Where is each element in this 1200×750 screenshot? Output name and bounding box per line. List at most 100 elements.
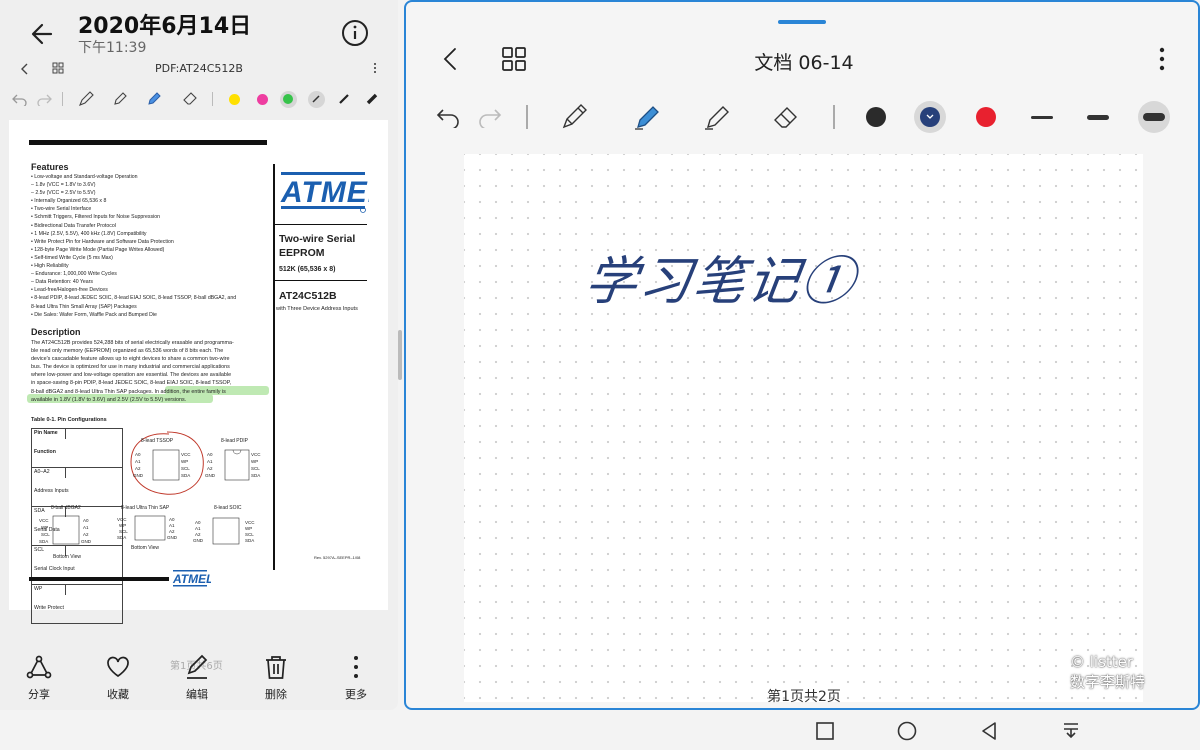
share-button[interactable]: 分享 bbox=[9, 654, 69, 702]
sap-pinout: VCCWPSCLSDA A0A1A2GND bbox=[117, 515, 178, 541]
stroke-thick-selected-button[interactable] bbox=[1136, 99, 1172, 135]
feature-item: – Endurance: 1,000,000 Write Cycles bbox=[31, 271, 117, 278]
pen-icon bbox=[79, 91, 94, 106]
edit-label: 编辑 bbox=[186, 688, 208, 701]
split-divider-handle[interactable] bbox=[398, 330, 402, 380]
share-icon bbox=[26, 655, 52, 679]
window-drag-handle[interactable] bbox=[778, 20, 826, 24]
back-nav-button[interactable] bbox=[978, 720, 1000, 742]
highlighter-tool-button[interactable] bbox=[628, 99, 664, 135]
pencil-tool-button[interactable] bbox=[110, 89, 130, 109]
pen-tool-button[interactable] bbox=[556, 99, 592, 135]
color-swatch-pink[interactable] bbox=[252, 89, 272, 109]
atmel-logo-text: ATMEL bbox=[280, 176, 369, 209]
marker-icon bbox=[148, 92, 161, 105]
stroke-medium-button[interactable] bbox=[1080, 99, 1116, 135]
eraser-tool-button[interactable] bbox=[180, 89, 200, 109]
svg-text:SCL: SCL bbox=[245, 532, 254, 537]
back-button[interactable] bbox=[26, 18, 58, 50]
redo-button[interactable] bbox=[34, 89, 54, 109]
stroke-thin-icon bbox=[1031, 115, 1053, 119]
side-part-number: AT24C512B bbox=[279, 290, 337, 302]
table-row: WP Write Protect bbox=[32, 585, 122, 623]
svg-text:A1: A1 bbox=[169, 523, 175, 528]
svg-text:A0: A0 bbox=[195, 520, 201, 525]
svg-text:SDA: SDA bbox=[245, 538, 254, 543]
note-date: 2020年6月14日 bbox=[78, 14, 252, 39]
undo-button[interactable] bbox=[10, 89, 30, 109]
favorite-label: 收藏 bbox=[107, 688, 129, 701]
delete-button[interactable]: 删除 bbox=[246, 654, 306, 702]
table-header-row: Pin Name Function bbox=[32, 429, 122, 468]
svg-text:GND: GND bbox=[133, 473, 144, 478]
feature-item: • Self-timed Write Cycle (5 ms Max) bbox=[31, 254, 113, 261]
color-black-button[interactable] bbox=[858, 99, 894, 135]
notification-shade-button[interactable] bbox=[1060, 720, 1082, 742]
svg-text:A2: A2 bbox=[207, 466, 213, 471]
color-dot bbox=[279, 90, 297, 108]
eraser-tool-button[interactable] bbox=[768, 99, 804, 135]
svg-text:A2: A2 bbox=[83, 532, 89, 537]
svg-text:WP: WP bbox=[119, 523, 126, 528]
info-button[interactable] bbox=[340, 18, 370, 48]
pdf-annotation-toolbar bbox=[0, 85, 398, 113]
stroke-medium[interactable] bbox=[334, 89, 354, 109]
more-button[interactable] bbox=[1158, 46, 1166, 76]
svg-text:A0: A0 bbox=[83, 518, 89, 523]
pdf-page[interactable]: Features • Low-voltage and Standard-volt… bbox=[9, 120, 388, 624]
description-line: The AT24C512B provides 524,288 bits of s… bbox=[31, 340, 234, 346]
feature-item: • 1 MHz (2.5V, 5.5V), 400 kHz (1.8V) Com… bbox=[31, 230, 147, 237]
toolbar-divider bbox=[526, 105, 528, 129]
recents-button[interactable] bbox=[814, 720, 836, 742]
square-icon bbox=[816, 722, 834, 740]
color-red-button[interactable] bbox=[968, 99, 1004, 135]
table-cell: Serial Clock Input bbox=[34, 566, 75, 572]
svg-text:VCC: VCC bbox=[245, 520, 255, 525]
pdip-pinout: A0 A1 A2 GND VCC WP SCL SDA bbox=[205, 449, 261, 481]
side-divider bbox=[275, 224, 367, 225]
svg-text:SDA: SDA bbox=[181, 473, 190, 478]
color-dot bbox=[914, 101, 946, 133]
bottom-view-label: Bottom View bbox=[131, 545, 159, 551]
color-swatch-green-selected[interactable] bbox=[278, 89, 298, 109]
color-swatch-yellow[interactable] bbox=[224, 89, 244, 109]
svg-text:GND: GND bbox=[193, 538, 204, 543]
trash-icon bbox=[266, 656, 286, 679]
note-canvas[interactable]: 学习笔记① bbox=[464, 154, 1143, 702]
more-button[interactable]: 更多 bbox=[326, 654, 386, 702]
marker-tool-button[interactable] bbox=[144, 89, 164, 109]
marker-tool-button[interactable] bbox=[698, 99, 734, 135]
edit-button[interactable]: 编辑 bbox=[167, 654, 227, 702]
watermark-line-2: 数字李斯特 bbox=[1070, 673, 1146, 691]
color-navy-selected-button[interactable] bbox=[912, 99, 948, 135]
home-button[interactable] bbox=[896, 720, 918, 742]
system-nav-bar bbox=[0, 710, 1200, 750]
header-rule bbox=[29, 140, 267, 145]
toolbar-divider bbox=[62, 92, 63, 106]
pkg-label-soic: 8-lead SOIC bbox=[214, 505, 242, 511]
stroke-thin-button[interactable] bbox=[1024, 99, 1060, 135]
table-row: A0–A2 Address Inputs bbox=[32, 468, 122, 507]
revision-code: Rev. 5297A–SEEPR–1/08 bbox=[314, 555, 361, 560]
pdf-title: PDF:AT24C512B bbox=[155, 62, 243, 75]
triangle-back-icon bbox=[982, 722, 996, 740]
svg-text:A0: A0 bbox=[135, 452, 141, 457]
pen-tool-button[interactable] bbox=[76, 89, 96, 109]
pull-down-icon bbox=[1064, 723, 1078, 739]
info-icon bbox=[342, 20, 368, 46]
favorite-button[interactable]: 收藏 bbox=[88, 654, 148, 702]
stroke-thin-selected[interactable] bbox=[306, 89, 326, 109]
undo-icon bbox=[12, 94, 27, 106]
more-vertical-icon bbox=[1159, 47, 1165, 71]
svg-text:GND: GND bbox=[205, 473, 216, 478]
eraser-icon bbox=[774, 107, 797, 128]
svg-text:WP: WP bbox=[251, 459, 258, 464]
svg-text:SDA: SDA bbox=[251, 473, 260, 478]
marker-icon bbox=[705, 106, 729, 130]
stroke-thick[interactable] bbox=[362, 89, 382, 109]
undo-button[interactable] bbox=[430, 99, 466, 135]
redo-button[interactable] bbox=[472, 99, 508, 135]
svg-text:GND: GND bbox=[81, 539, 92, 544]
pkg-label-sap: 8-lead Ultra Thin SAP bbox=[121, 505, 170, 511]
feature-item: • 8-lead PDIP, 8-lead JEDEC SOIC, 8-lead… bbox=[31, 295, 237, 302]
